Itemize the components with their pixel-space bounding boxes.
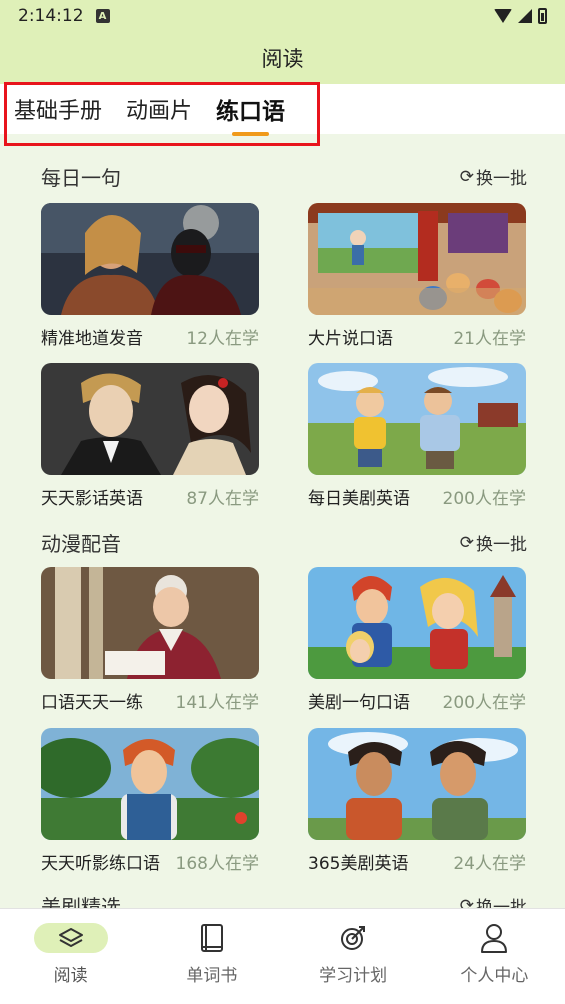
course-card[interactable]: 天天影话英语 87人在学: [41, 363, 259, 509]
card-meta: 口语天天一练 141人在学: [41, 688, 259, 713]
section-title: 每日一句: [41, 166, 121, 190]
card-title: 365美剧英语: [308, 854, 409, 874]
nav-label: 学习计划: [319, 966, 388, 986]
bottom-nav: 阅读 单词书 学习计划 个人中心: [0, 908, 565, 1004]
refresh-label: 换一批: [476, 169, 527, 189]
course-thumbnail[interactable]: [308, 203, 526, 315]
learner-count: 21人在学: [453, 329, 526, 349]
course-card[interactable]: 大片说口语 21人在学: [308, 203, 526, 349]
book-icon: [175, 923, 249, 953]
refresh-icon: ⟳: [459, 532, 474, 553]
card-meta: 每日美剧英语 200人在学: [308, 484, 526, 509]
refresh-label: 换一批: [476, 535, 527, 555]
nav-item-study-plan[interactable]: 学习计划: [283, 909, 424, 1004]
learner-count: 168人在学: [175, 854, 259, 874]
refresh-button[interactable]: ⟳ 换一批: [459, 530, 527, 556]
course-card[interactable]: 每日美剧英语 200人在学: [308, 363, 526, 509]
section-title: 动漫配音: [41, 532, 121, 556]
card-meta: 天天影话英语 87人在学: [41, 484, 259, 509]
learner-count: 141人在学: [175, 693, 259, 713]
card-title: 天天听影练口语: [41, 854, 160, 874]
nav-label: 阅读: [53, 966, 88, 986]
title-bar: 阅读: [0, 32, 565, 84]
card-title: 美剧一句口语: [308, 693, 410, 713]
target-icon: [316, 923, 390, 953]
status-bar: 2:14:12 A: [0, 0, 565, 32]
section-header: 动漫配音 ⟳ 换一批: [41, 528, 527, 557]
course-thumbnail[interactable]: [41, 728, 259, 840]
course-thumbnail[interactable]: [41, 203, 259, 315]
content-area[interactable]: 每日一句 ⟳ 换一批 精准地道发音 12人在学 大片说口语 21人在学 天天影话…: [0, 134, 565, 910]
wifi-icon: [494, 9, 512, 23]
nav-item-reading[interactable]: 阅读: [0, 909, 141, 1004]
card-title: 天天影话英语: [41, 489, 143, 509]
course-thumbnail[interactable]: [308, 728, 526, 840]
card-title: 大片说口语: [308, 329, 393, 349]
layers-icon: [33, 923, 108, 953]
course-thumbnail[interactable]: [41, 363, 259, 475]
learner-count: 87人在学: [186, 489, 259, 509]
nav-label: 单词书: [186, 966, 238, 986]
status-time: 2:14:12: [18, 6, 84, 26]
course-thumbnail[interactable]: [41, 567, 259, 679]
learner-count: 200人在学: [442, 693, 526, 713]
page-title: 阅读: [261, 47, 304, 71]
card-title: 精准地道发音: [41, 329, 143, 349]
status-indicators: [494, 8, 547, 24]
course-thumbnail[interactable]: [308, 567, 526, 679]
card-meta: 精准地道发音 12人在学: [41, 324, 259, 349]
refresh-icon: ⟳: [459, 166, 474, 187]
sim-icon: A: [95, 9, 110, 23]
person-icon: [457, 923, 531, 953]
course-thumbnail[interactable]: [308, 363, 526, 475]
card-meta: 365美剧英语 24人在学: [308, 849, 526, 874]
card-meta: 天天听影练口语 168人在学: [41, 849, 259, 874]
section-header: 每日一句 ⟳ 换一批: [41, 162, 527, 191]
course-card[interactable]: 365美剧英语 24人在学: [308, 728, 526, 874]
learner-count: 200人在学: [442, 489, 526, 509]
card-meta: 大片说口语 21人在学: [308, 324, 526, 349]
nav-label: 个人中心: [460, 966, 529, 986]
course-card[interactable]: 精准地道发音 12人在学: [41, 203, 259, 349]
refresh-button[interactable]: ⟳ 换一批: [459, 164, 527, 190]
learner-count: 24人在学: [453, 854, 526, 874]
card-title: 每日美剧英语: [308, 489, 410, 509]
nav-item-profile[interactable]: 个人中心: [424, 909, 565, 1004]
card-meta: 美剧一句口语 200人在学: [308, 688, 526, 713]
battery-icon: [538, 8, 547, 24]
learner-count: 12人在学: [186, 329, 259, 349]
course-card[interactable]: 口语天天一练 141人在学: [41, 567, 259, 713]
nav-item-wordbook[interactable]: 单词书: [141, 909, 282, 1004]
course-card[interactable]: 美剧一句口语 200人在学: [308, 567, 526, 713]
course-card[interactable]: 天天听影练口语 168人在学: [41, 728, 259, 874]
signal-icon: [518, 9, 532, 23]
card-title: 口语天天一练: [41, 693, 143, 713]
